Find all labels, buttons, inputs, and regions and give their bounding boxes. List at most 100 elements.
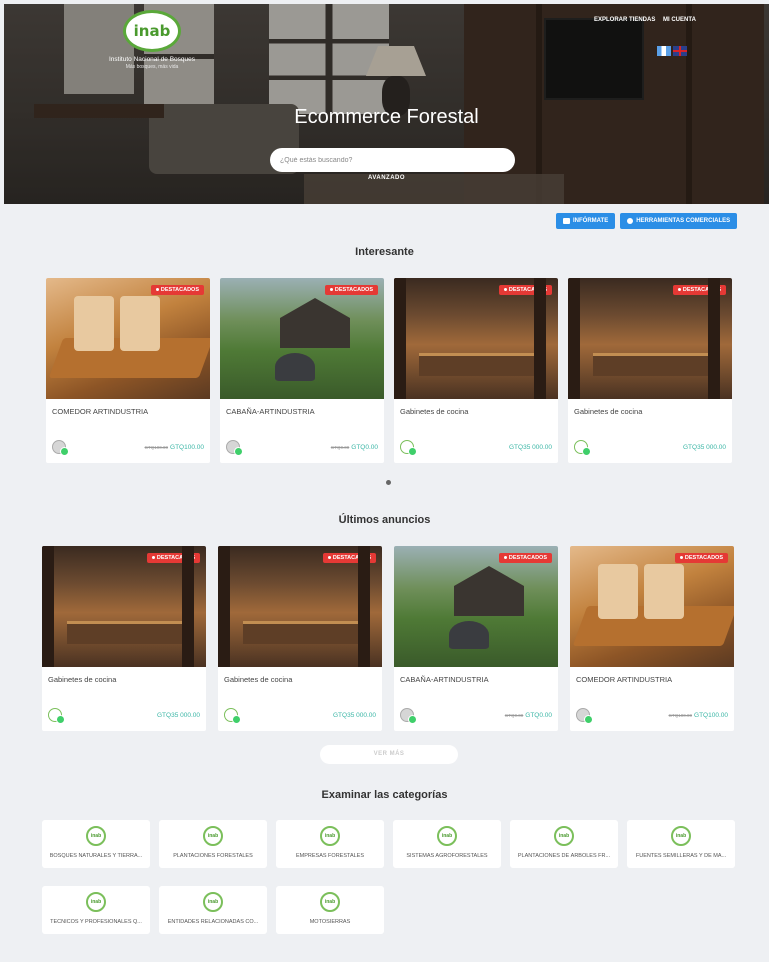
see-more-button[interactable]: VER MÁS	[320, 745, 458, 764]
language-switcher	[657, 46, 687, 56]
product-title[interactable]: CABAÑA-ARTINDUSTRIA	[226, 407, 378, 416]
seller-avatar[interactable]	[576, 708, 593, 724]
product-footer: GTQ35 000.00	[224, 707, 376, 724]
product-footer: GTQ35 000.00	[48, 707, 200, 724]
featured-badge: DESTACADOS	[324, 285, 378, 295]
category-icon: inab	[320, 892, 340, 912]
product-card[interactable]: DESTACADOS Gabinetes de cocina GTQ35 000…	[218, 546, 382, 731]
category-label: FUENTES SEMILLERAS Y DE MA...	[635, 853, 727, 859]
nav-explore-stores[interactable]: EXPLORAR TIENDAS	[594, 17, 655, 23]
old-price: GTQ0.00	[330, 444, 350, 450]
product-price: GTQ100.00 GTQ100.00	[144, 443, 204, 451]
product-card[interactable]: DESTACADOS CABAÑA-ARTINDUSTRIA GTQ0.00 GT…	[394, 546, 558, 731]
product-title[interactable]: Gabinetes de cocina	[48, 675, 200, 684]
old-price: GTQ100.00	[144, 444, 169, 450]
seller-avatar[interactable]	[224, 708, 241, 724]
guatemala-flag-icon[interactable]	[657, 46, 671, 56]
product-image[interactable]: DESTACADOS	[394, 278, 558, 399]
carousel-dot[interactable]	[386, 480, 391, 485]
featured-badge: DESTACADOS	[150, 285, 204, 295]
latest-section-title: Últimos anuncios	[338, 514, 431, 526]
product-footer: GTQ35 000.00	[400, 439, 552, 456]
product-footer: GTQ0.00 GTQ0.00	[400, 707, 552, 724]
product-title[interactable]: Gabinetes de cocina	[400, 407, 552, 416]
commercial-tools-button[interactable]: HERRAMIENTAS COMERCIALES	[620, 213, 738, 229]
seller-avatar[interactable]	[52, 440, 69, 456]
product-image[interactable]: DESTACADOS	[46, 278, 210, 399]
product-image[interactable]: DESTACADOS	[220, 278, 384, 399]
product-card[interactable]: DESTACADOS Gabinetes de cocina GTQ35 000…	[394, 278, 558, 463]
logo-text: inab	[133, 22, 171, 40]
advanced-search-link[interactable]: AVANZADO	[4, 175, 769, 181]
category-card[interactable]: inab TÉCNICOS Y PROFESIONALES Q...	[42, 886, 150, 934]
product-price: GTQ35 000.00	[509, 443, 552, 451]
search-input[interactable]	[270, 148, 515, 172]
product-footer: GTQ0.00 GTQ0.00	[226, 439, 378, 456]
product-price: GTQ100.00 GTQ100.00	[668, 711, 728, 719]
category-card[interactable]: inab MOTOSIERRAS	[276, 886, 384, 934]
product-footer: GTQ35 000.00	[574, 439, 726, 456]
category-card[interactable]: inab EMPRESAS FORESTALES	[276, 820, 384, 868]
nav-my-account[interactable]: MI CUENTA	[663, 17, 696, 23]
category-label: SISTEMAS AGROFORESTALES	[406, 853, 488, 859]
product-title[interactable]: COMEDOR ARTINDUSTRIA	[52, 407, 204, 416]
product-title[interactable]: CABAÑA-ARTINDUSTRIA	[400, 675, 552, 684]
category-card[interactable]: inab SISTEMAS AGROFORESTALES	[393, 820, 501, 868]
product-title[interactable]: Gabinetes de cocina	[574, 407, 726, 416]
category-icon: inab	[86, 826, 106, 846]
product-price: GTQ0.00 GTQ0.00	[330, 443, 378, 451]
seller-avatar[interactable]	[574, 440, 591, 456]
category-label: TÉCNICOS Y PROFESIONALES Q...	[50, 919, 142, 925]
product-image[interactable]: DESTACADOS	[218, 546, 382, 667]
product-card[interactable]: DESTACADOS COMEDOR ARTINDUSTRIA GTQ100.0…	[46, 278, 210, 463]
category-card[interactable]: inab PLANTACIONES DE ÁRBOLES FR...	[510, 820, 618, 868]
seller-avatar[interactable]	[226, 440, 243, 456]
category-icon: inab	[671, 826, 691, 846]
product-image[interactable]: DESTACADOS	[568, 278, 732, 399]
top-nav: EXPLORAR TIENDAS MI CUENTA	[594, 17, 702, 23]
featured-badge: DESTACADOS	[498, 285, 552, 295]
product-title[interactable]: Gabinetes de cocina	[224, 675, 376, 684]
info-icon	[627, 218, 634, 224]
featured-section-title: Interesante	[355, 246, 414, 258]
seller-avatar[interactable]	[48, 708, 65, 724]
product-card[interactable]: DESTACADOS COMEDOR ARTINDUSTRIA GTQ100.0…	[570, 546, 734, 731]
org-tagline: Más bosques, más vida	[125, 64, 179, 70]
category-label: MOTOSIERRAS	[309, 919, 351, 925]
informate-label: INFÓRMATE	[573, 218, 609, 224]
category-label: EMPRESAS FORESTALES	[295, 853, 365, 859]
category-card[interactable]: inab FUENTES SEMILLERAS Y DE MA...	[627, 820, 735, 868]
product-card[interactable]: DESTACADOS CABAÑA-ARTINDUSTRIA GTQ0.00 GT…	[220, 278, 384, 463]
product-title[interactable]: COMEDOR ARTINDUSTRIA	[576, 675, 728, 684]
product-footer: GTQ100.00 GTQ100.00	[576, 707, 728, 724]
category-card[interactable]: inab BOSQUES NATURALES Y TIERRA...	[42, 820, 150, 868]
product-image[interactable]: DESTACADOS	[394, 546, 558, 667]
product-price: GTQ35 000.00	[157, 711, 200, 719]
product-image[interactable]: DESTACADOS	[570, 546, 734, 667]
hero-banner: inab Instituto Nacional de Bosques Más b…	[4, 4, 769, 204]
product-card[interactable]: DESTACADOS Gabinetes de cocina GTQ35 000…	[42, 546, 206, 731]
category-label: BOSQUES NATURALES Y TIERRA...	[49, 853, 143, 859]
org-name: Instituto Nacional de Bosques	[109, 56, 195, 63]
featured-badge: DESTACADOS	[498, 553, 552, 563]
newspaper-icon	[563, 218, 570, 224]
category-card[interactable]: inab PLANTACIONES FORESTALES	[159, 820, 267, 868]
product-image[interactable]: DESTACADOS	[42, 546, 206, 667]
product-card[interactable]: DESTACADOS Gabinetes de cocina GTQ35 000…	[568, 278, 732, 463]
uk-flag-icon[interactable]	[673, 46, 687, 56]
category-label: PLANTACIONES DE ÁRBOLES FR...	[517, 853, 611, 859]
category-icon: inab	[320, 826, 340, 846]
category-icon: inab	[554, 826, 574, 846]
site-logo[interactable]: inab Instituto Nacional de Bosques Más b…	[90, 10, 214, 70]
informate-button[interactable]: INFÓRMATE	[556, 213, 616, 229]
category-label: PLANTACIONES FORESTALES	[173, 853, 253, 859]
product-price: GTQ0.00 GTQ0.00	[504, 711, 552, 719]
product-price: GTQ35 000.00	[683, 443, 726, 451]
old-price: GTQ100.00	[668, 712, 693, 718]
seller-avatar[interactable]	[400, 708, 417, 724]
category-icon: inab	[203, 826, 223, 846]
category-card[interactable]: inab ENTIDADES RELACIONADAS CO...	[159, 886, 267, 934]
category-icon: inab	[203, 892, 223, 912]
seller-avatar[interactable]	[400, 440, 417, 456]
category-label: ENTIDADES RELACIONADAS CO...	[167, 919, 259, 925]
